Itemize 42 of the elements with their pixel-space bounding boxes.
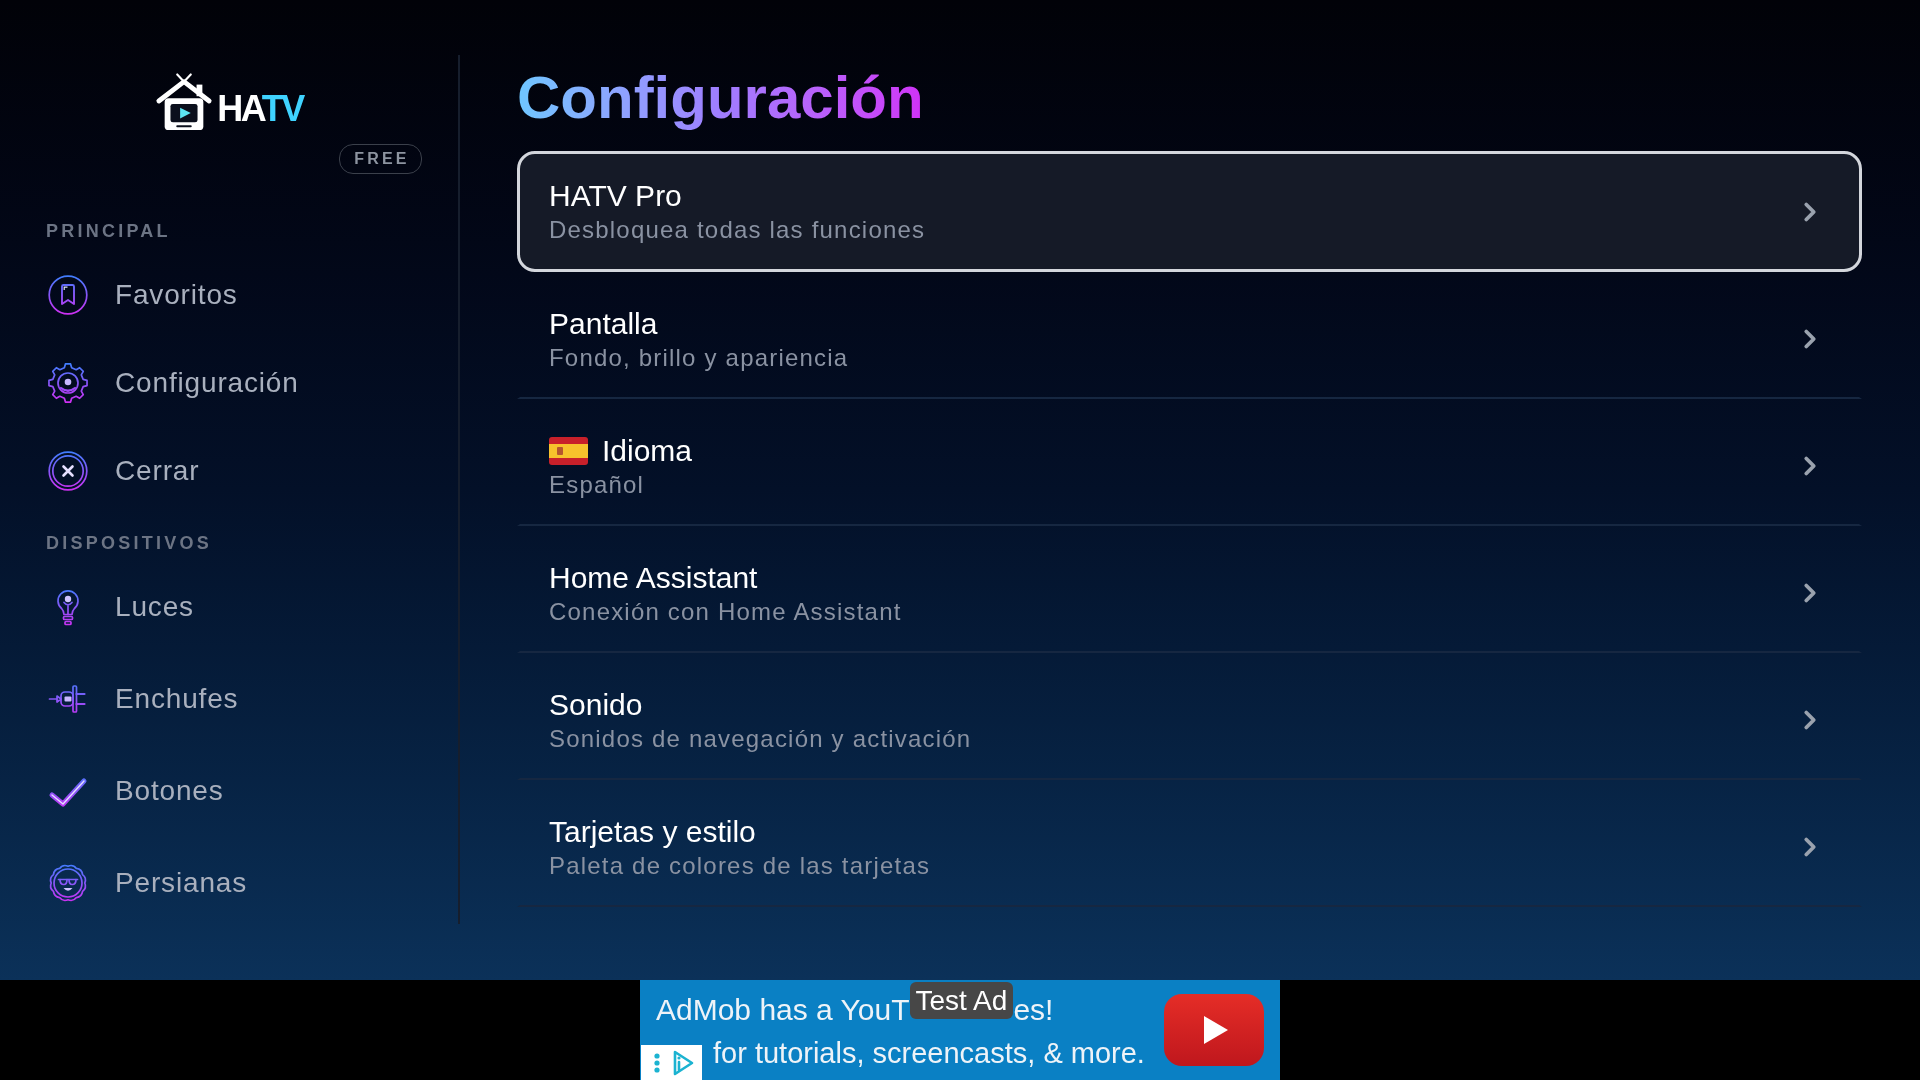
- section-heading: DISPOSITIVOS: [45, 532, 212, 555]
- settings-item[interactable]: Idioma Español: [517, 405, 1862, 526]
- setting-subtitle: Conexión con Home Assistant: [549, 596, 902, 627]
- setting-subtitle: Sonidos de navegación y activación: [549, 723, 972, 754]
- settings-item[interactable]: HATV Pro Desbloquea todas las funciones: [517, 151, 1862, 272]
- setting-title: HATV Pro: [549, 178, 682, 214]
- ad-headline: es!: [1013, 993, 1054, 1027]
- setting-subtitle: Desbloquea todas las funciones: [549, 215, 926, 245]
- setting-subtitle: Fondo, brillo y apariencia: [549, 342, 849, 373]
- section-heading: PRINCIPAL: [45, 220, 171, 243]
- nav-item[interactable]: Luces: [48, 587, 194, 627]
- nav-item[interactable]: Favoritos: [48, 275, 238, 315]
- flag-icon: [549, 436, 588, 465]
- settings-item[interactable]: Home Assistant Conexión con Home Assistant: [517, 532, 1862, 653]
- setting-title: Idioma: [602, 432, 693, 469]
- setting-subtitle: Español: [549, 469, 645, 500]
- logo-text: HATV: [217, 89, 303, 129]
- ad-options-icon[interactable]: [641, 1045, 702, 1080]
- setting-title: Sonido: [549, 686, 643, 723]
- gear-icon: [48, 363, 88, 403]
- settings-item[interactable]: Tarjetas y estilo Paleta de colores de las tarjetas: [517, 786, 1862, 907]
- settings-item[interactable]: Pantalla Fondo, brillo y apariencia: [517, 278, 1862, 399]
- nav-item[interactable]: Enchufes: [48, 679, 239, 719]
- sunglasses-face-icon: [48, 863, 88, 903]
- nav-item[interactable]: Configuración: [48, 363, 299, 403]
- close-icon: [48, 451, 88, 491]
- setting-title: Tarjetas y estilo: [549, 813, 756, 850]
- ad-label: Test Ad: [909, 982, 1014, 1019]
- ad-description: for tutorials, screencasts, & more.: [713, 1036, 1145, 1070]
- nav-item[interactable]: Cerrar: [48, 451, 200, 491]
- setting-title: Pantalla: [549, 305, 658, 342]
- settings-item[interactable]: Sonido Sonidos de navegación y activación: [517, 659, 1862, 780]
- nav-item[interactable]: Botones: [48, 771, 224, 811]
- house-tv-icon: [155, 73, 214, 131]
- video-play-icon: [1164, 994, 1264, 1066]
- plan-badge: FREE: [339, 144, 422, 174]
- nav-item[interactable]: Persianas: [48, 863, 248, 903]
- setting-subtitle: Paleta de colores de las tarjetas: [549, 850, 931, 881]
- bookmark-icon: [48, 275, 88, 315]
- ad-banner[interactable]: AdMob has a YouT Test Ad es! for tutorials, screencasts, & more.: [640, 980, 1280, 1080]
- setting-title: Home Assistant: [549, 559, 758, 596]
- ad-headline: AdMob has a YouT: [656, 993, 910, 1027]
